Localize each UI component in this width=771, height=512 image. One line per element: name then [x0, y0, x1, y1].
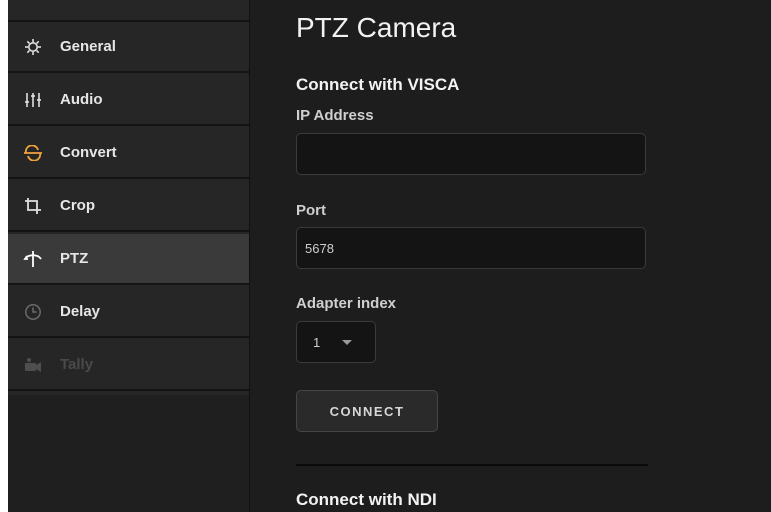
adapter-index-select[interactable]: 1 — [296, 321, 376, 363]
adapter-index-value: 1 — [313, 334, 321, 350]
connect-button[interactable]: CONNECT — [296, 390, 438, 432]
sidebar-item-label: Convert — [60, 144, 117, 161]
chevron-down-icon — [342, 339, 353, 345]
port-input[interactable]: 5678 — [296, 227, 646, 269]
sidebar-top-spacer — [8, 0, 249, 22]
ip-address-label: IP Address — [296, 107, 374, 124]
ip-address-input[interactable] — [296, 133, 646, 175]
sidebar-item-ptz[interactable]: PTZ — [8, 234, 249, 285]
app-frame: General Audio Convert Crop PTZ Delay Tal… — [8, 0, 771, 512]
sidebar-item-general[interactable]: General — [8, 22, 249, 73]
ptz-settings-panel: PTZ Camera Connect with VISCA IP Address… — [250, 0, 771, 512]
tally-camera-icon — [22, 354, 44, 376]
sidebar-item-label: Tally — [60, 356, 94, 373]
port-label: Port — [296, 202, 326, 219]
page-title: PTZ Camera — [296, 12, 457, 43]
sidebar-item-tally[interactable]: Tally — [8, 340, 249, 391]
section-divider — [296, 464, 648, 466]
ptz-icon — [22, 248, 44, 270]
adapter-index-label: Adapter index — [296, 295, 397, 312]
sidebar-item-delay[interactable]: Delay — [8, 287, 249, 338]
sidebar-item-crop[interactable]: Crop — [8, 181, 249, 232]
gear-icon — [22, 36, 44, 58]
sidebar-empty-area — [8, 395, 249, 512]
ndi-section-title: Connect with NDI — [296, 490, 437, 509]
sidebar-item-label: PTZ — [60, 250, 89, 267]
crop-icon — [22, 195, 44, 217]
sidebar-item-audio[interactable]: Audio — [8, 75, 249, 126]
sidebar-item-label: Crop — [60, 197, 95, 214]
convert-icon — [22, 142, 44, 164]
sidebar-item-label: Delay — [60, 303, 101, 320]
clock-icon — [22, 301, 44, 323]
sidebar-item-convert[interactable]: Convert — [8, 128, 249, 179]
sidebar-item-label: Audio — [60, 91, 103, 108]
visca-section-title: Connect with VISCA — [296, 75, 460, 94]
sidebar: General Audio Convert Crop PTZ Delay Tal… — [8, 0, 250, 512]
sidebar-item-label: General — [60, 38, 116, 55]
audio-sliders-icon — [22, 89, 44, 111]
